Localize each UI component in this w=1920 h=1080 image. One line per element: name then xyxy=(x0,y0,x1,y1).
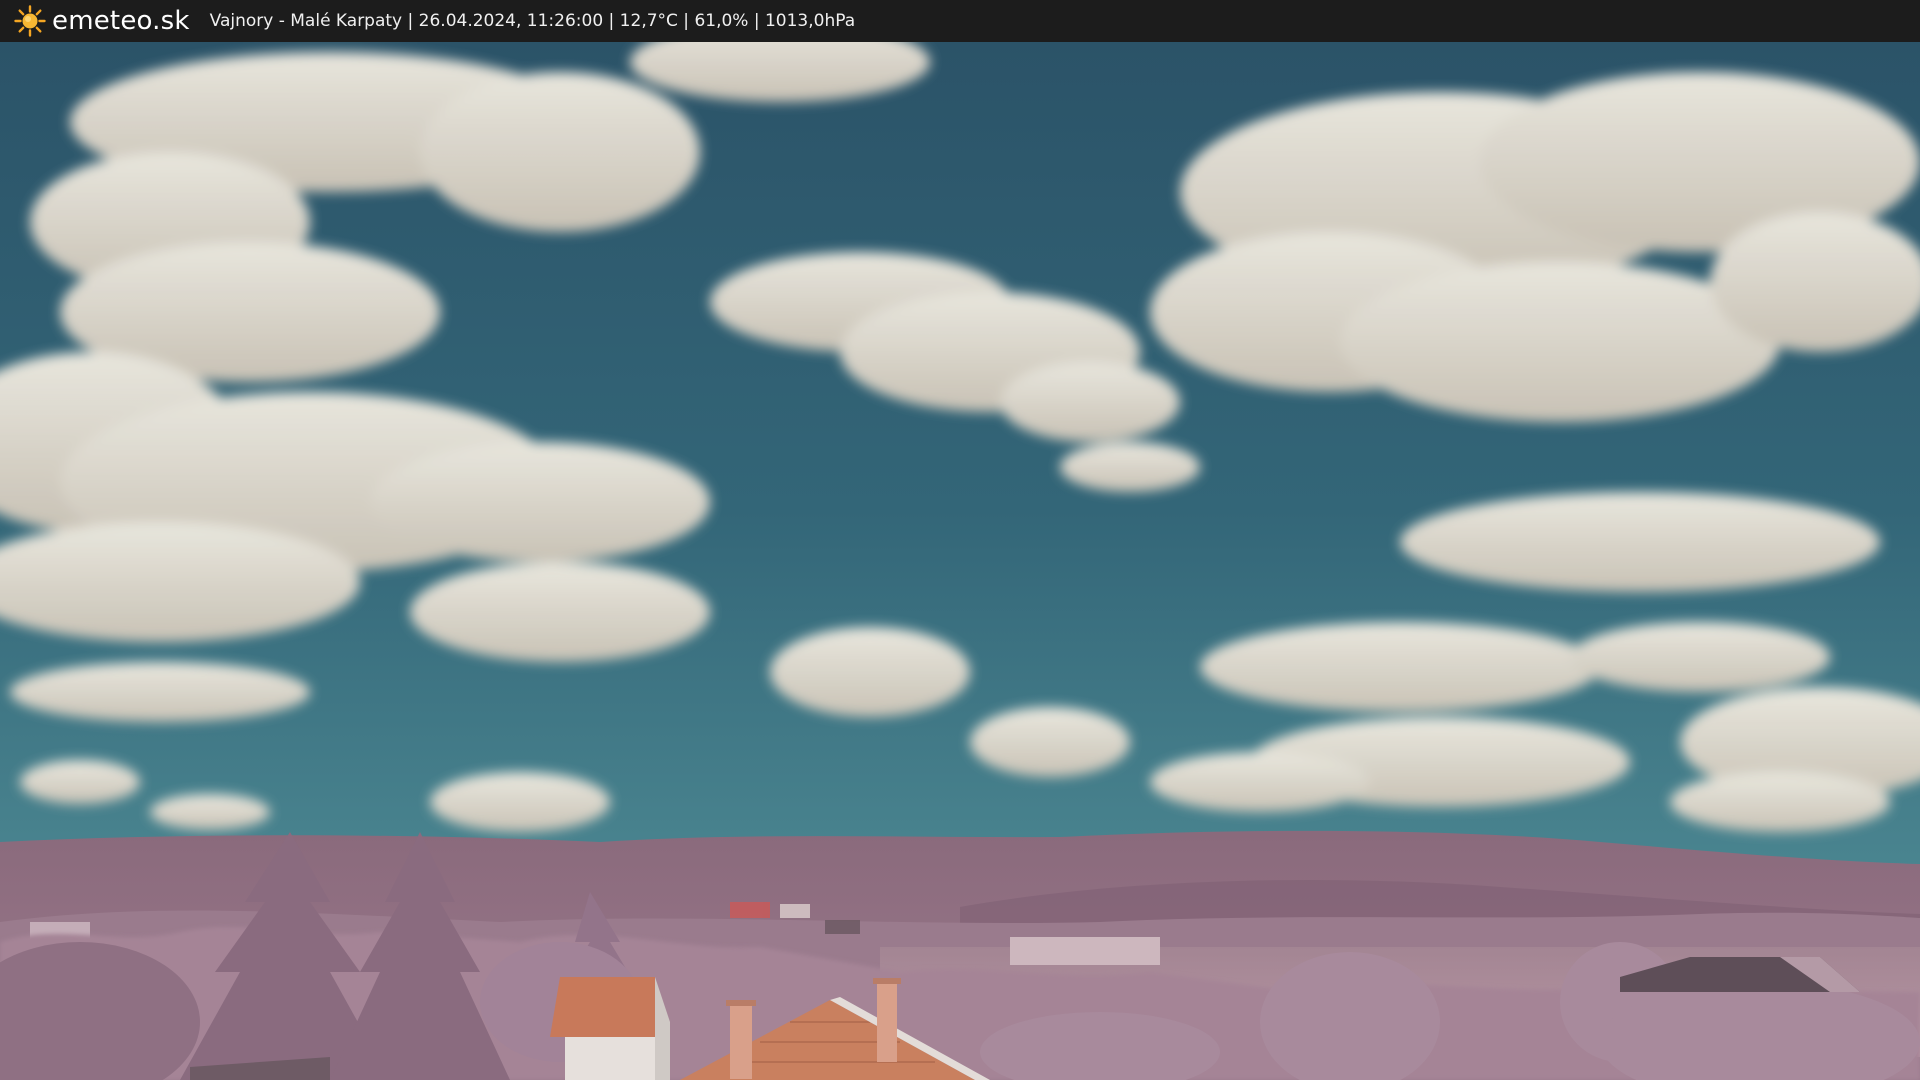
sun-icon xyxy=(14,5,46,37)
top-bar: emeteo.sk Vajnory - Malé Karpaty | 26.04… xyxy=(0,0,1920,42)
webcam-caption: Vajnory - Malé Karpaty | 26.04.2024, 11:… xyxy=(209,11,856,31)
brand-name: emeteo.sk xyxy=(52,6,190,36)
brand[interactable]: emeteo.sk xyxy=(14,5,190,37)
webcam-image xyxy=(0,42,1920,1080)
